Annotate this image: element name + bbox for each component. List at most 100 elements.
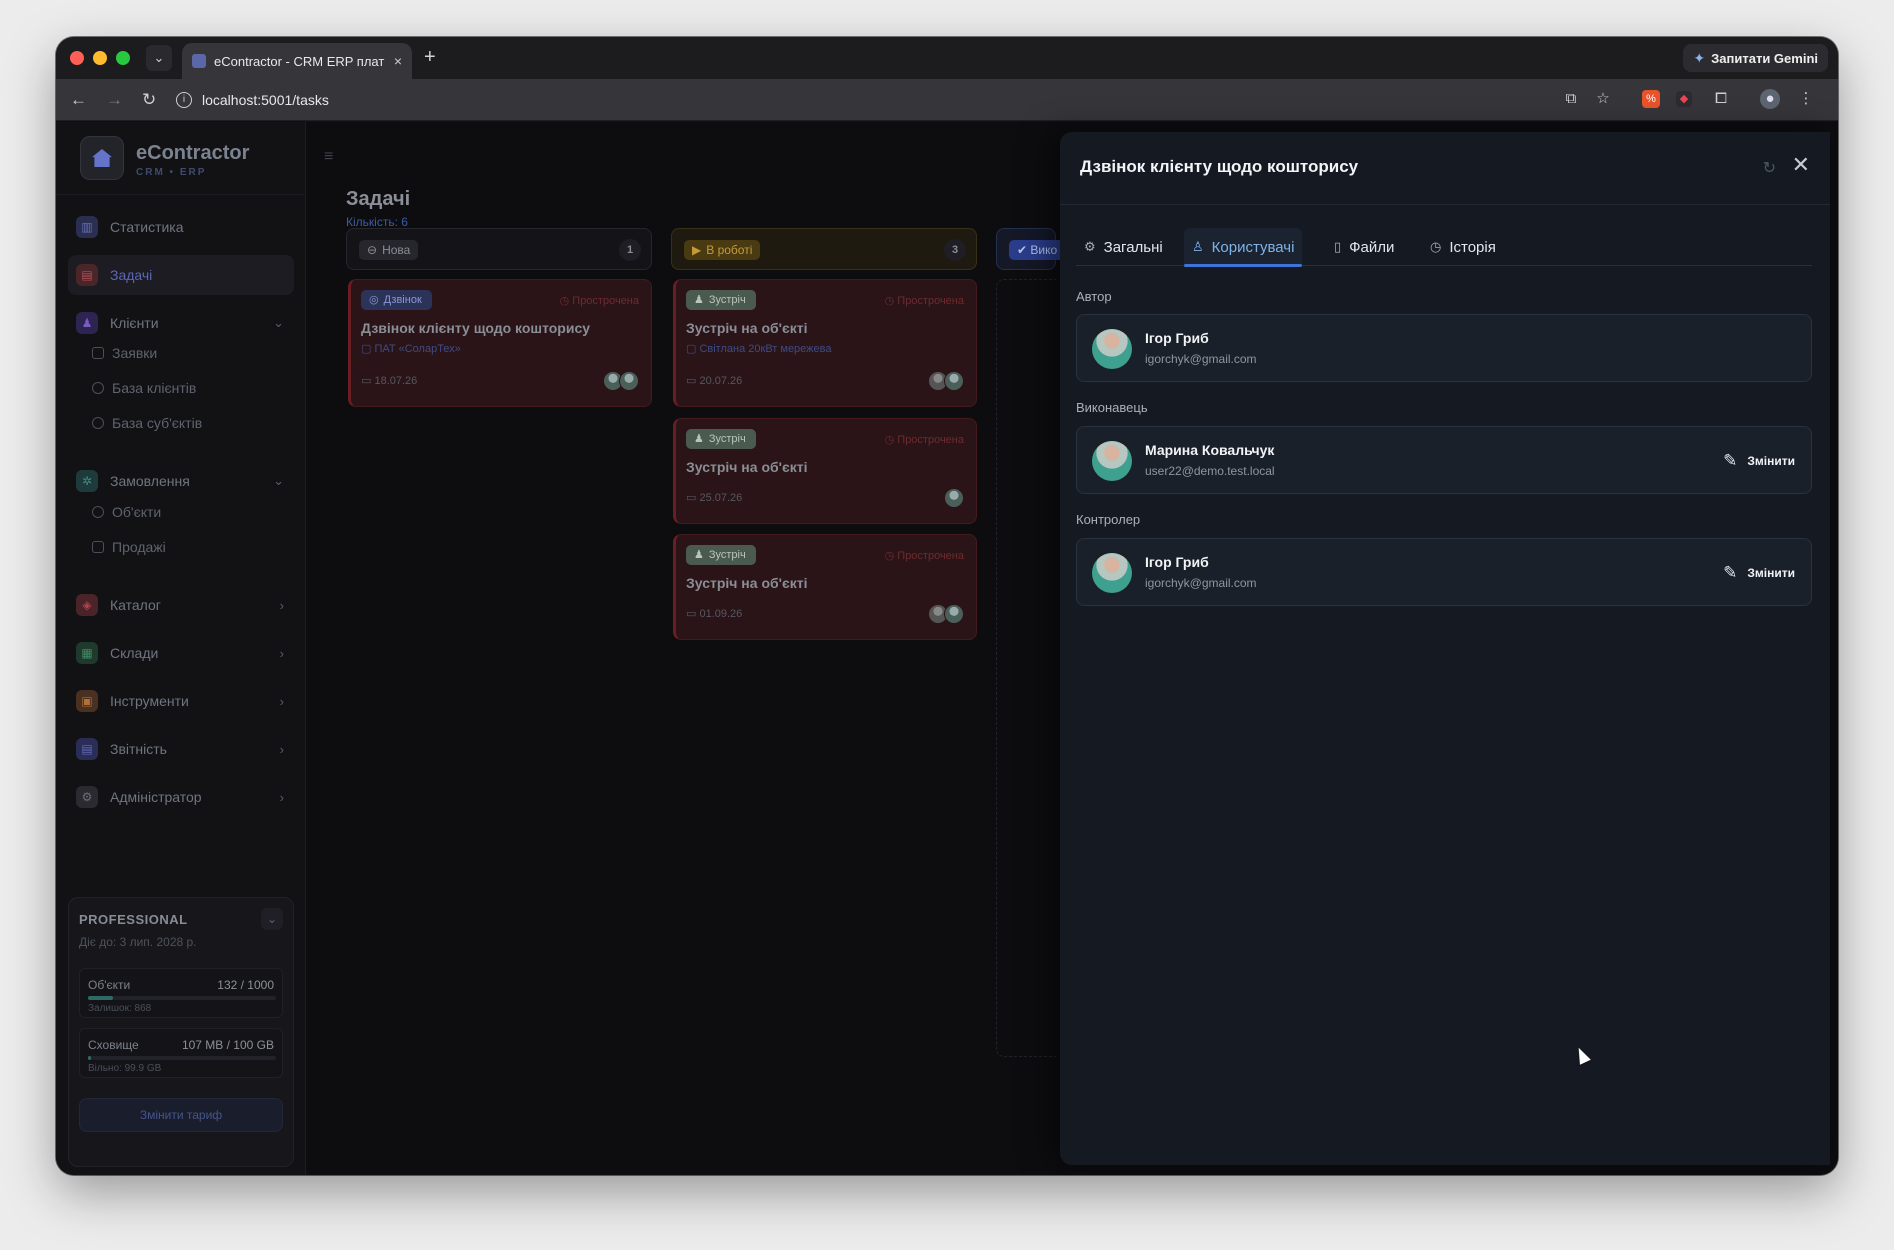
gemini-spark-icon: ✦: [1693, 49, 1706, 66]
logo[interactable]: [80, 136, 124, 180]
sidebar-subitem-subjects-base[interactable]: База суб'єктів: [92, 409, 202, 437]
tab-search-button[interactable]: ⌄: [146, 45, 172, 71]
card-date: ▭ 20.07.26: [686, 375, 743, 387]
extension-icon[interactable]: %: [1642, 90, 1660, 108]
change-plan-button[interactable]: Змінити тариф: [79, 1098, 283, 1132]
sidebar-item-catalog[interactable]: ◈ Каталог ›: [68, 585, 294, 625]
gear-icon: ⚙: [1084, 239, 1096, 254]
forward-arrow-icon[interactable]: →: [106, 90, 123, 110]
sidebar-subitem-sales[interactable]: Продажі: [92, 533, 166, 561]
chevron-down-icon: ⌄: [273, 315, 284, 330]
date-label: 01.09.26: [699, 608, 743, 620]
maximize-window-button[interactable]: [116, 51, 130, 65]
circle-icon: ⊖: [367, 243, 378, 257]
sidebar-item-admin[interactable]: ⚙ Адміністратор ›: [68, 777, 294, 817]
refresh-icon[interactable]: ↻: [1763, 158, 1776, 178]
play-icon: ▶: [692, 243, 702, 257]
usage-value: 107 MB / 100 GB: [181, 1038, 274, 1052]
close-icon[interactable]: ✕: [1792, 154, 1810, 176]
subitem-label: База суб'єктів: [112, 415, 203, 431]
browser-menu-icon[interactable]: ⋮: [1796, 89, 1816, 109]
sidebar-item-statistics[interactable]: ▥ Статистика: [68, 207, 294, 247]
storage-usage: Сховище 107 MB / 100 GB Вільно: 99.9 GB: [79, 1028, 283, 1078]
card-title: Зустріч на об'єкті: [686, 320, 808, 336]
card-client[interactable]: ▢ ПАТ «СоларТех»: [361, 342, 461, 355]
card-client[interactable]: ▢ Світлана 20кВт мережева: [686, 342, 832, 355]
column-label: Вико: [1030, 243, 1058, 257]
bookmark-star-icon[interactable]: ☆: [1593, 89, 1613, 109]
profile-avatar-icon[interactable]: ●: [1760, 89, 1780, 109]
executor-card: Марина Ковальчук user22@demo.test.local …: [1076, 426, 1812, 494]
task-card[interactable]: ♟ Зустріч ◷ Прострочена Зустріч на об'єкт…: [673, 534, 977, 640]
task-card[interactable]: ♟ Зустріч ◷ Прострочена Зустріч на об'єкт…: [673, 279, 977, 407]
task-card[interactable]: ◎ Дзвінок ◷ Прострочена Дзвінок клієнту щ…: [348, 279, 652, 407]
column-header-done: ✔ Вико: [996, 228, 1066, 270]
sidebar-item-label: Інструменти: [110, 693, 189, 709]
chevron-down-icon[interactable]: ⌄: [261, 908, 283, 930]
date-label: 18.07.26: [374, 375, 418, 387]
tab-users[interactable]: ♙ Користувачі: [1184, 228, 1303, 267]
install-app-icon[interactable]: ⧉: [1561, 89, 1581, 109]
sidebar-item-clients[interactable]: ♟ Клієнти ⌄: [68, 303, 294, 343]
figma-extension-icon[interactable]: ◆: [1676, 91, 1692, 107]
divider: [1060, 204, 1830, 205]
report-icon: ▤: [76, 738, 98, 760]
status-chip: ⊖ Нова: [359, 240, 419, 260]
date-label: 20.07.26: [699, 375, 743, 387]
people-icon: ♟: [694, 294, 704, 306]
sidebar-item-reports[interactable]: ▤ Звітність ›: [68, 729, 294, 769]
chevron-right-icon: ›: [279, 741, 284, 757]
extensions-puzzle-icon[interactable]: ⧠: [1711, 89, 1731, 109]
close-window-button[interactable]: [70, 51, 84, 65]
close-tab-icon[interactable]: ×: [394, 53, 402, 69]
sidebar-subitem-client-base[interactable]: База клієнтів: [92, 374, 196, 402]
tab-history[interactable]: ◷ Історія: [1422, 228, 1504, 266]
phone-icon: ◎: [369, 294, 379, 306]
chevron-right-icon: ›: [279, 693, 284, 709]
user-email: user22@demo.test.local: [1145, 464, 1275, 478]
avatar: [1092, 329, 1132, 369]
sidebar-item-label: Адміністратор: [110, 789, 202, 805]
task-type-tag: ♟ Зустріч: [686, 429, 756, 449]
reload-icon[interactable]: ↻: [142, 90, 156, 110]
back-arrow-icon[interactable]: ←: [70, 90, 87, 110]
task-detail-panel: Дзвінок клієнту щодо кошторису ↻ ✕ ⚙ Заг…: [1060, 132, 1830, 1165]
sidebar-item-tools[interactable]: ▣ Інструменти ›: [68, 681, 294, 721]
task-card[interactable]: ♟ Зустріч ◷ Прострочена Зустріч на об'єкт…: [673, 418, 977, 524]
sidebar-item-label: Задачі: [110, 267, 153, 283]
card-title: Зустріч на об'єкті: [686, 459, 808, 475]
sidebar-subitem-requests[interactable]: Заявки: [92, 339, 157, 367]
tab-label: Історія: [1449, 238, 1496, 256]
site-info-icon[interactable]: i: [176, 92, 192, 108]
tab-label: Загальні: [1103, 238, 1163, 256]
plan-name: PROFESSIONAL: [79, 912, 188, 927]
objects-usage: Об'єкти 132 / 1000 Залишок: 868: [79, 968, 283, 1018]
task-type-tag: ◎ Дзвінок: [361, 290, 432, 310]
sidebar-item-tasks[interactable]: ▤ Задачі: [68, 255, 294, 295]
people-icon: ♟: [694, 549, 704, 561]
menu-toggle-icon[interactable]: ≡: [324, 148, 333, 166]
divider: [56, 194, 305, 195]
task-type-tag: ♟ Зустріч: [686, 545, 756, 565]
sidebar-item-label: Клієнти: [110, 315, 159, 331]
date-label: 25.07.26: [699, 492, 743, 504]
gemini-button[interactable]: ✦ Запитати Gemini: [1683, 44, 1828, 72]
change-executor-button[interactable]: ✎ Змінити: [1723, 449, 1795, 473]
bar-chart-icon: ▥: [76, 216, 98, 238]
new-tab-button[interactable]: +: [424, 47, 436, 67]
page-viewport: eContractor CRM • ERP ▥ Статистика ▤ Зад…: [56, 122, 1838, 1175]
browser-tab[interactable]: eContractor - CRM ERP плат ×: [182, 43, 412, 79]
tab-files[interactable]: ▯ Файли: [1326, 228, 1402, 266]
sidebar-item-label: Замовлення: [110, 473, 190, 489]
address-bar: ← → ↻ i localhost:5001/tasks ⧉ ☆ % ◆ ⧠ ●…: [56, 79, 1838, 121]
url-field[interactable]: i localhost:5001/tasks: [176, 85, 1576, 115]
sidebar-item-warehouses[interactable]: ▦ Склади ›: [68, 633, 294, 673]
tab-general[interactable]: ⚙ Загальні: [1076, 228, 1171, 266]
minimize-window-button[interactable]: [93, 51, 107, 65]
change-controller-button[interactable]: ✎ Змінити: [1723, 561, 1795, 585]
sidebar-item-label: Каталог: [110, 597, 161, 613]
sidebar-subitem-objects[interactable]: Об'єкти: [92, 498, 161, 526]
usage-label: Сховище: [88, 1038, 139, 1052]
sidebar-item-orders[interactable]: ✲ Замовлення ⌄: [68, 461, 294, 501]
toolbox-icon: ▣: [76, 690, 98, 712]
